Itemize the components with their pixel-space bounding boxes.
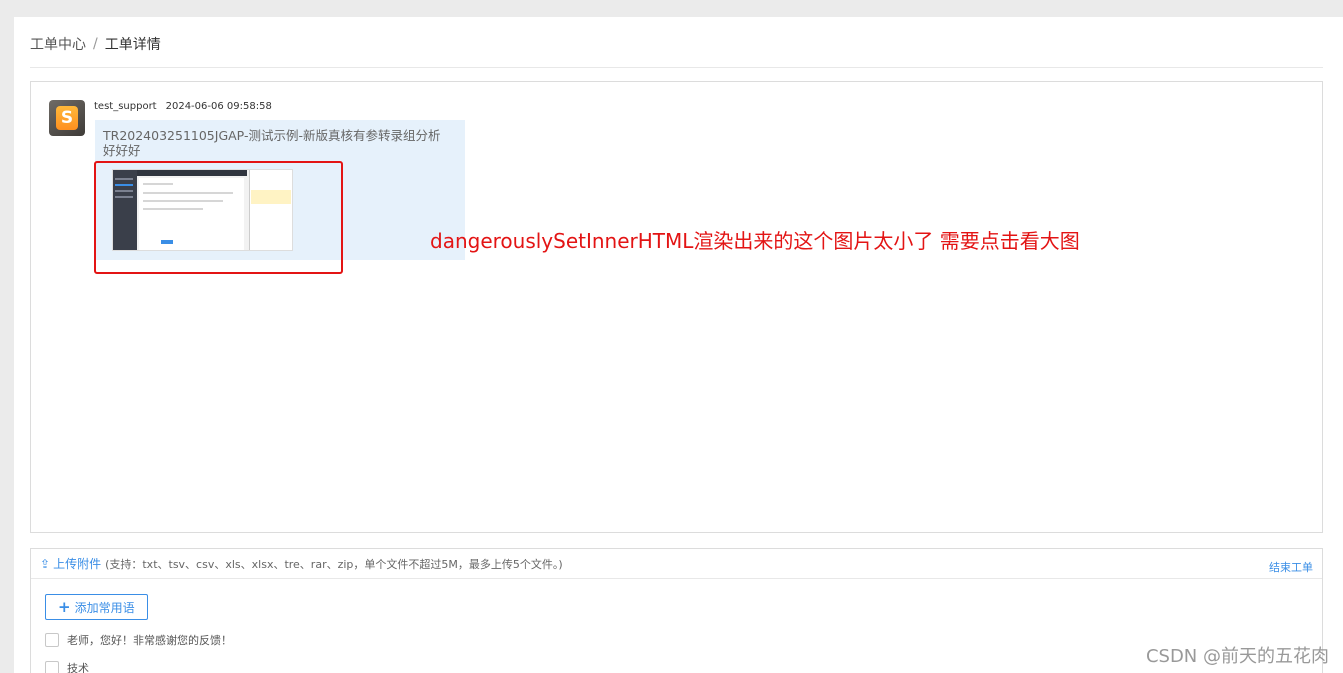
breadcrumb-current: 工单详情	[104, 37, 161, 53]
chat-panel[interactable]: S test_support 2024-06-06 09:58:58 TR202…	[30, 81, 1323, 533]
reply-toolbar: ⇪ 上传附件 (支持：txt、tsv、csv、xls、xlsx、tre、rar、…	[31, 549, 1322, 579]
plus-icon: +	[58, 598, 71, 616]
page-container: 工单中心 / 工单详情 S test_support 2024-06-06 09…	[14, 17, 1343, 673]
add-phrase-button[interactable]: + 添加常用语	[45, 594, 148, 620]
avatar-letter: S	[56, 106, 78, 130]
message-meta: test_support 2024-06-06 09:58:58	[94, 101, 272, 112]
phrase-label: 老师，您好！非常感谢您的反馈！	[67, 634, 232, 647]
divider	[30, 67, 1323, 68]
phrase-checkbox[interactable]	[45, 661, 59, 673]
phrase-item[interactable]: 技术	[45, 660, 89, 673]
breadcrumb: 工单中心 / 工单详情	[30, 34, 161, 54]
phrase-checkbox[interactable]	[45, 633, 59, 647]
upload-icon: ⇪	[40, 556, 51, 571]
phrase-item[interactable]: 老师，您好！非常感谢您的反馈！	[45, 632, 232, 648]
message-text: TR202403251105JGAP-测试示例-新版真核有参转录组分析好好好	[103, 128, 441, 158]
breadcrumb-separator: /	[93, 36, 98, 52]
finish-ticket-button[interactable]: 结束工单	[1269, 559, 1313, 575]
message-username: test_support	[94, 101, 157, 112]
message-timestamp: 2024-06-06 09:58:58	[165, 101, 272, 112]
annotation-highlight-box	[94, 161, 343, 274]
upload-hint: (支持：txt、tsv、csv、xls、xlsx、tre、rar、zip，单个文…	[105, 557, 563, 571]
upload-label: 上传附件	[53, 557, 102, 571]
watermark: CSDN @前天的五花肉	[1145, 646, 1329, 667]
avatar: S	[49, 100, 85, 136]
upload-attachment-button[interactable]: ⇪ 上传附件	[40, 555, 101, 572]
breadcrumb-parent[interactable]: 工单中心	[30, 34, 86, 54]
phrase-label: 技术	[67, 662, 89, 673]
reply-panel: ⇪ 上传附件 (支持：txt、tsv、csv、xls、xlsx、tre、rar、…	[30, 548, 1323, 673]
add-phrase-label: 添加常用语	[74, 600, 135, 615]
annotation-text: dangerouslySetInnerHTML渲染出来的这个图片太小了 需要点击…	[430, 229, 1080, 253]
